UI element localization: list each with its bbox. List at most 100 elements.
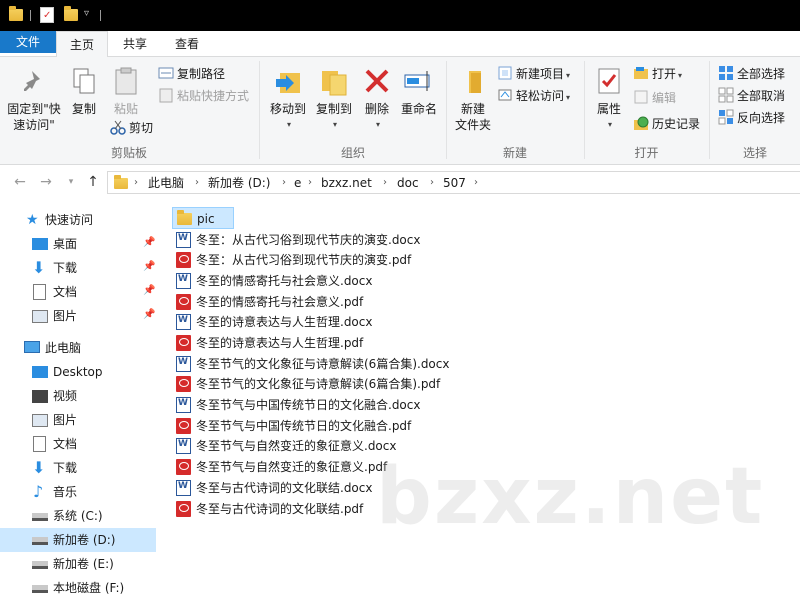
new-item-label: 新建项目 (516, 67, 565, 81)
breadcrumb-drive-d[interactable]: 新加卷 (D:) (208, 175, 270, 191)
rename-button[interactable]: 重命名 (396, 61, 442, 117)
copy-path-icon (158, 65, 174, 81)
chevron-right-icon[interactable]: › (134, 175, 138, 191)
file-name: 冬至的情感寄托与社会意义.pdf (196, 295, 364, 309)
chevron-right-icon[interactable]: › (195, 175, 199, 191)
up-arrow-icon[interactable]: ↑ (85, 174, 101, 190)
copy-path-button[interactable]: 复制路径 (158, 63, 225, 85)
breadcrumb-507[interactable]: 507 (443, 175, 466, 191)
nav-item-downloads[interactable]: ⬇ 下载 📌 (0, 256, 156, 280)
breadcrumb-doc[interactable]: doc (397, 175, 419, 191)
nav-item-drive-e[interactable]: 新加卷 (E:) (0, 552, 156, 576)
chevron-right-icon[interactable]: › (383, 175, 387, 191)
copy-button[interactable]: 复制 (66, 61, 102, 117)
desktop-icon (32, 238, 48, 250)
nav-this-pc[interactable]: 此电脑 (0, 336, 156, 360)
select-all-icon (718, 65, 734, 81)
paste-icon (110, 65, 142, 97)
nav-item-documents-pc[interactable]: 文档 (0, 432, 156, 456)
rename-icon (403, 65, 435, 97)
nav-item-drive-f[interactable]: 本地磁盘 (F:) (0, 576, 156, 600)
select-none-button[interactable]: 全部取消 (718, 85, 785, 107)
history-button[interactable]: 历史记录 (633, 113, 700, 135)
chevron-right-icon[interactable]: › (308, 175, 312, 191)
nav-item-drive-d[interactable]: 新加卷 (D:) (0, 528, 156, 552)
move-to-button[interactable]: 移动到 ▾ (264, 61, 312, 133)
invert-selection-button[interactable]: 反向选择 (718, 107, 785, 129)
back-arrow-icon[interactable]: ← (12, 174, 28, 190)
pin-icon[interactable]: 📌 (143, 261, 155, 273)
address-bar[interactable]: › 此电脑 › 新加卷 (D:) › e › bzxz.net › doc › … (107, 171, 800, 194)
paste-shortcut-icon (158, 87, 174, 103)
paste-button[interactable]: 粘贴 (106, 61, 146, 117)
nav-label: 下载 (53, 461, 78, 475)
nav-item-desktop-pc[interactable]: Desktop (0, 360, 156, 384)
file-name: 冬至与古代诗词的文化联结.docx (196, 481, 373, 495)
file-name: pic (197, 212, 215, 226)
nav-quick-access[interactable]: ★ 快速访问 (0, 208, 156, 232)
folder-icon (177, 210, 192, 225)
drive-icon (32, 537, 48, 545)
delete-button[interactable]: 删除 ▾ (360, 61, 394, 133)
cut-button[interactable]: 剪切 (110, 117, 153, 139)
file-name: 冬至节气与中国传统节日的文化融合.pdf (196, 419, 412, 433)
customize-toolbar-icon[interactable]: ▿ (84, 8, 89, 19)
tab-home[interactable]: 主页 (56, 31, 108, 58)
new-item-button[interactable]: 新建项目 ▾ (497, 63, 570, 85)
copy-to-button[interactable]: 复制到 ▾ (308, 61, 360, 133)
pin-icon[interactable]: 📌 (143, 285, 155, 297)
easy-access-button[interactable]: 轻松访问 ▾ (497, 85, 570, 107)
recent-locations-chevron-icon[interactable]: ▾ (63, 174, 79, 190)
nav-item-pictures-pc[interactable]: 图片 (0, 408, 156, 432)
tab-file[interactable]: 文件 (0, 31, 56, 53)
chevron-right-icon[interactable]: › (474, 175, 478, 191)
navigation-pane: ★ 快速访问 桌面 📌 ⬇ 下载 📌 文档 📌 图片 📌 此电脑 Desktop… (0, 200, 160, 600)
invert-selection-icon (718, 109, 734, 125)
forward-arrow-icon[interactable]: → (38, 174, 54, 190)
clipboard-group: 固定到"快 速访问" 复制 粘贴 复制路径 粘贴快捷方式 剪切 剪贴板 (0, 57, 258, 165)
chevron-right-icon[interactable]: › (430, 175, 434, 191)
list-item[interactable]: pic (172, 207, 234, 229)
pin-icon[interactable]: 📌 (143, 237, 155, 249)
new-folder-icon[interactable] (64, 6, 78, 21)
desktop-icon (32, 366, 48, 378)
copy-to-label: 复制到 (315, 102, 352, 116)
edit-button[interactable]: 编辑 (633, 87, 676, 109)
properties-icon[interactable]: ✓ (40, 7, 54, 23)
word-document-icon (176, 314, 191, 330)
tab-share[interactable]: 共享 (110, 31, 160, 57)
nav-label: 文档 (53, 285, 78, 299)
select-all-label: 全部选择 (737, 67, 786, 81)
pin-label-line1: 固定到"快 (7, 102, 61, 116)
drive-icon (32, 585, 48, 593)
chevron-right-icon[interactable]: › (282, 175, 286, 191)
tab-view[interactable]: 查看 (162, 31, 212, 57)
new-group: 新建 文件夹 新建项目 ▾ 轻松访问 ▾ 新建 (447, 57, 583, 165)
nav-item-desktop[interactable]: 桌面 📌 (0, 232, 156, 256)
properties-button[interactable]: 属性 ▾ (587, 61, 631, 133)
paste-shortcut-button[interactable]: 粘贴快捷方式 (158, 85, 249, 107)
breadcrumb-bzxz-net[interactable]: bzxz.net (321, 175, 372, 191)
nav-item-music[interactable]: ♪ 音乐 (0, 480, 156, 504)
word-document-icon (176, 356, 191, 372)
nav-label: 图片 (53, 413, 78, 427)
select-group-label: 选择 (742, 146, 767, 160)
properties-label: 属性 (596, 102, 621, 116)
open-button[interactable]: 打开 ▾ (633, 63, 682, 85)
nav-item-downloads-pc[interactable]: ⬇ 下载 (0, 456, 156, 480)
breadcrumb-this-pc[interactable]: 此电脑 (148, 175, 184, 191)
pin-to-quick-access-button[interactable]: 固定到"快 速访问" (2, 61, 66, 133)
history-label: 历史记录 (652, 117, 701, 131)
pdf-icon (176, 418, 191, 434)
pin-icon[interactable]: 📌 (143, 309, 155, 321)
breadcrumb-e[interactable]: e (294, 175, 301, 191)
nav-item-drive-c[interactable]: 系统 (C:) (0, 504, 156, 528)
nav-item-pictures[interactable]: 图片 📌 (0, 304, 156, 328)
nav-item-videos[interactable]: 视频 (0, 384, 156, 408)
delete-icon (361, 65, 393, 97)
nav-label: 下载 (53, 261, 78, 275)
new-folder-button[interactable]: 新建 文件夹 (449, 61, 497, 133)
select-all-button[interactable]: 全部选择 (718, 63, 785, 85)
nav-item-documents[interactable]: 文档 📌 (0, 280, 156, 304)
new-item-icon (497, 65, 513, 81)
